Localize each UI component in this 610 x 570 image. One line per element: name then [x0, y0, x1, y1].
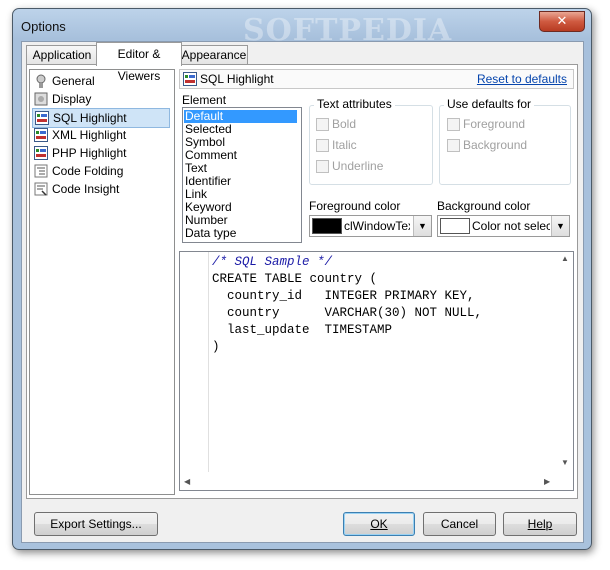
scroll-right-icon[interactable]: ▶	[544, 477, 550, 486]
code-text: /* SQL Sample */ CREATE TABLE country ( …	[212, 254, 482, 356]
sql-highlight-icon	[35, 111, 49, 125]
italic-label: Italic	[332, 138, 357, 152]
background-default-label: Background	[463, 138, 528, 152]
tab-appearance[interactable]: Appearance	[180, 45, 248, 65]
foreground-color-value: clWindowText	[344, 219, 410, 233]
reset-to-defaults-link[interactable]: Reset to defaults	[477, 72, 567, 86]
code-line: country_id INTEGER PRIMARY KEY,	[212, 289, 475, 303]
foreground-swatch	[312, 218, 342, 234]
horizontal-scrollbar[interactable]: ◀ ▶	[180, 474, 573, 490]
background-color-value: Color not selected	[472, 219, 550, 233]
sidebar-item-display[interactable]: Display	[32, 90, 170, 108]
element-label: Element	[182, 93, 227, 107]
chevron-down-icon[interactable]: ▼	[413, 216, 431, 236]
sidebar-item-xml-highlight[interactable]: XML Highlight	[32, 126, 170, 144]
dialog-client: Application Editor & Viewers Appearance …	[21, 41, 584, 543]
tab-appearance-label: Appearance	[181, 48, 247, 62]
help-button[interactable]: Help	[503, 512, 577, 536]
help-label: Help	[527, 517, 553, 531]
checkbox-box	[316, 160, 329, 173]
sidebar-item-label: General	[52, 74, 95, 88]
tab-application-label: Application	[32, 48, 92, 62]
background-color-label: Background color	[437, 199, 531, 213]
code-folding-icon	[34, 164, 48, 178]
sidebar-item-sql-highlight[interactable]: SQL Highlight	[32, 108, 170, 128]
options-window: Options SOFTPEDIA ✕ Application Editor &…	[12, 8, 592, 550]
sidebar-item-label: PHP Highlight	[52, 146, 127, 160]
checkbox-box	[447, 139, 460, 152]
export-settings-button[interactable]: Export Settings...	[34, 512, 158, 536]
php-highlight-icon	[34, 146, 48, 160]
code-line: )	[212, 340, 220, 354]
code-insight-icon	[34, 182, 48, 196]
scroll-down-icon[interactable]: ▼	[561, 458, 569, 467]
general-icon	[36, 74, 46, 88]
ok-label: OK	[370, 517, 388, 531]
element-list[interactable]: Default Selected Symbol Comment Text Ide…	[182, 107, 302, 243]
sidebar-item-code-folding[interactable]: Code Folding	[32, 162, 170, 180]
sql-highlight-icon	[183, 72, 197, 86]
sidebar-item-label: Code Insight	[52, 182, 120, 196]
tab-editor-viewers[interactable]: Editor & Viewers	[96, 42, 182, 83]
sidebar-item-label: XML Highlight	[52, 128, 127, 142]
background-color-select[interactable]: Color not selected ▼	[437, 215, 570, 237]
scroll-up-icon[interactable]: ▲	[561, 254, 569, 263]
code-line: country VARCHAR(30) NOT NULL,	[212, 306, 483, 320]
text-attributes-title: Text attributes	[314, 97, 395, 111]
sidebar-item-label: SQL Highlight	[53, 111, 127, 125]
code-comment: /* SQL Sample */	[212, 255, 333, 269]
checkbox-box	[316, 139, 329, 152]
cancel-button[interactable]: Cancel	[423, 512, 496, 536]
bold-label: Bold	[332, 117, 357, 131]
sidebar-item-label: Code Folding	[52, 164, 124, 178]
checkbox-box	[316, 118, 329, 131]
window-title: Options	[21, 19, 66, 34]
foreground-color-label: Foreground color	[309, 199, 401, 213]
underline-label: Underline	[332, 159, 384, 173]
ok-button[interactable]: OK	[343, 512, 415, 536]
sidebar-item-code-insight[interactable]: Code Insight	[32, 180, 170, 198]
editor-gutter	[180, 252, 209, 472]
chevron-down-icon[interactable]: ▼	[551, 216, 569, 236]
use-defaults-title: Use defaults for	[444, 97, 535, 111]
code-line: CREATE TABLE country (	[212, 272, 378, 286]
checkbox-box	[447, 118, 460, 131]
foreground-color-select[interactable]: clWindowText ▼	[309, 215, 432, 237]
scroll-left-icon[interactable]: ◀	[184, 477, 190, 486]
tab-application[interactable]: Application	[26, 45, 98, 65]
display-icon	[34, 92, 48, 106]
category-list[interactable]: General Display SQL Highlight XML Highli…	[29, 69, 175, 495]
foreground-default-label: Foreground	[463, 117, 526, 131]
section-title: SQL Highlight	[200, 72, 274, 86]
code-line: last_update TIMESTAMP	[212, 323, 393, 337]
tab-panel: General Display SQL Highlight XML Highli…	[26, 64, 578, 499]
close-button[interactable]: ✕	[539, 11, 585, 32]
sidebar-item-php-highlight[interactable]: PHP Highlight	[32, 144, 170, 162]
background-swatch	[440, 218, 470, 234]
sidebar-item-label: Display	[52, 92, 92, 106]
tab-editor-viewers-label: Editor & Viewers	[117, 47, 161, 83]
element-item-data-type[interactable]: Data type	[185, 227, 236, 240]
sql-sample-preview[interactable]: /* SQL Sample */ CREATE TABLE country ( …	[179, 251, 574, 491]
section-header: SQL Highlight Reset to defaults	[179, 69, 574, 89]
vertical-scrollbar[interactable]: ▲ ▼	[557, 252, 573, 472]
xml-highlight-icon	[34, 128, 48, 142]
